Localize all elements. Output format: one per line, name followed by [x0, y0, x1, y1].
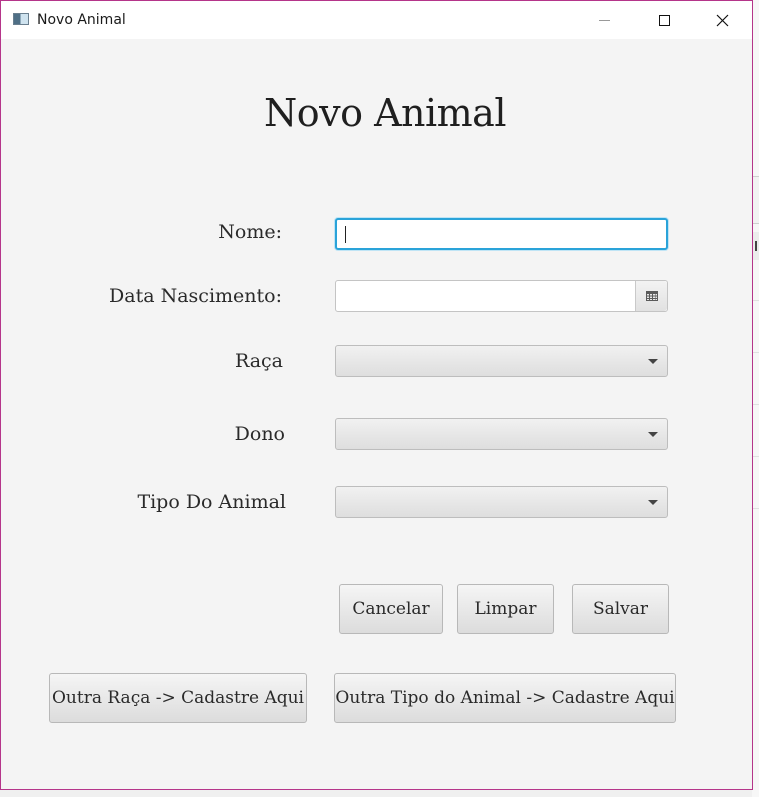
background-tab-marker	[752, 232, 759, 260]
tipo-animal-select[interactable]	[335, 486, 668, 518]
raca-select[interactable]	[335, 345, 668, 377]
minimize-icon	[598, 19, 610, 21]
data-nascimento-label: Data Nascimento:	[109, 285, 282, 307]
nome-label: Nome:	[218, 221, 282, 243]
page-title: Novo Animal	[264, 91, 506, 135]
form-content: Novo Animal Nome: Data Nascimento: Raça …	[1, 39, 752, 789]
dono-select[interactable]	[335, 418, 668, 450]
cadastrar-tipo-animal-button[interactable]: Outra Tipo do Animal -> Cadastre Aqui	[334, 673, 676, 723]
app-window-icon	[13, 13, 29, 25]
limpar-button[interactable]: Limpar	[457, 584, 554, 634]
data-nascimento-picker[interactable]	[335, 280, 668, 312]
chevron-down-icon	[648, 359, 658, 364]
salvar-button[interactable]: Salvar	[572, 584, 669, 634]
background-tab	[752, 176, 759, 224]
novo-animal-window: Novo Animal Novo Animal Nome: Data Nasci…	[0, 0, 753, 790]
maximize-button[interactable]	[641, 1, 687, 39]
cancelar-button[interactable]: Cancelar	[339, 584, 443, 634]
maximize-icon	[658, 14, 670, 26]
background-divider	[752, 456, 759, 457]
background-divider	[752, 300, 759, 301]
nome-input[interactable]	[335, 218, 668, 250]
close-button[interactable]	[699, 1, 745, 39]
chevron-down-icon	[648, 432, 658, 437]
background-divider	[752, 352, 759, 353]
dono-label: Dono	[234, 423, 285, 445]
cadastrar-raca-button[interactable]: Outra Raça -> Cadastre Aqui	[49, 673, 307, 723]
title-bar[interactable]: Novo Animal	[1, 1, 752, 39]
minimize-button[interactable]	[581, 1, 627, 39]
chevron-down-icon	[648, 500, 658, 505]
text-caret	[345, 226, 346, 243]
raca-label: Raça	[234, 350, 283, 372]
calendar-icon	[645, 291, 658, 301]
tipo-animal-label: Tipo Do Animal	[137, 491, 286, 513]
calendar-button[interactable]	[635, 281, 667, 311]
background-divider	[752, 508, 759, 509]
close-icon	[716, 14, 728, 26]
window-title: Novo Animal	[37, 12, 126, 28]
background-divider	[752, 404, 759, 405]
